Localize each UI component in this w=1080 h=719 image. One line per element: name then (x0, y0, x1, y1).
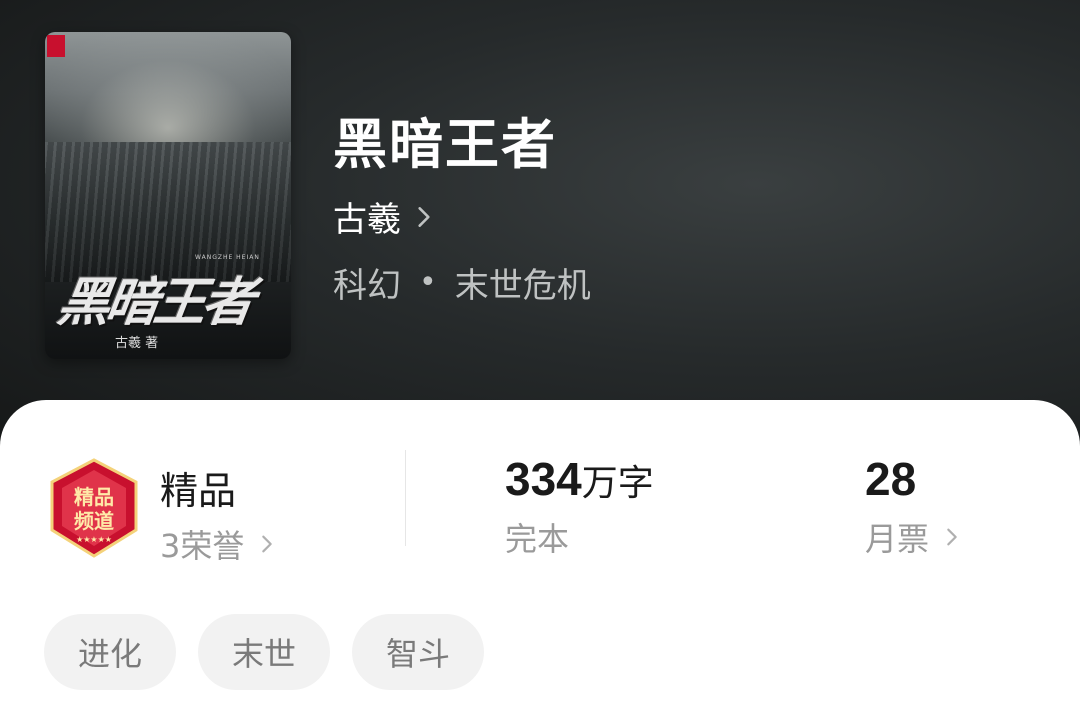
chevron-right-icon (262, 535, 273, 553)
genre-separator-icon: • (419, 265, 437, 300)
stat-divider (405, 450, 406, 546)
word-count-unit: 万字 (581, 463, 654, 504)
chevron-right-icon (947, 528, 957, 546)
honors-link[interactable]: 3荣誉 (160, 521, 278, 567)
monthly-votes-number: 28 (865, 453, 917, 505)
tag-chip[interactable]: 进化 (44, 614, 176, 690)
word-count: 334万字 (505, 452, 654, 506)
author-name: 古羲 (333, 201, 401, 239)
quality-block[interactable]: 精品 3荣誉 (160, 460, 278, 567)
completion-status: 完本 (505, 520, 570, 558)
svg-text:★★★★★: ★★★★★ (76, 535, 112, 544)
chevron-right-icon (418, 206, 430, 227)
genre-category[interactable]: 科幻 (333, 258, 401, 307)
tag-list: 进化 末世 智斗 (44, 614, 484, 690)
book-info-card: 精品 频道 ★★★★★ 精品 3荣誉 334万字 完本 28 月票 进化 末世 … (0, 400, 1080, 719)
monthly-votes-link[interactable]: 月票 (865, 514, 963, 560)
word-count-number: 334 (505, 453, 582, 505)
word-count-block: 334万字 完本 (505, 452, 654, 560)
genre-row: 科幻 • 末世危机 (333, 258, 591, 307)
svg-text:频道: 频道 (74, 509, 114, 533)
cover-byline: 古羲 著 (115, 336, 159, 351)
cover-pinyin: WANGZHE HEIAN (195, 254, 260, 261)
book-cover[interactable]: 黑暗王者 WANGZHE HEIAN 古羲 著 (45, 32, 291, 359)
book-title: 黑暗王者 (333, 112, 557, 176)
tag-chip[interactable]: 智斗 (352, 614, 484, 690)
cover-sky (45, 32, 291, 152)
book-header: 黑暗王者 WANGZHE HEIAN 古羲 著 黑暗王者 古羲 科幻 • 末世危… (0, 0, 1080, 460)
author-link[interactable]: 古羲 (333, 192, 437, 241)
cover-title-art: 黑暗王者 (54, 272, 255, 333)
svg-text:精品: 精品 (74, 485, 114, 509)
monthly-votes-label: 月票 (865, 520, 930, 558)
quality-label: 精品 (160, 469, 237, 513)
honors-text: 3荣誉 (160, 527, 245, 565)
premium-badge-icon: 精品 频道 ★★★★★ (50, 458, 138, 558)
publisher-logo-icon (47, 35, 65, 57)
genre-subcategory[interactable]: 末世危机 (455, 258, 591, 307)
tag-chip[interactable]: 末世 (198, 614, 330, 690)
monthly-votes-block[interactable]: 28 月票 (865, 452, 963, 560)
